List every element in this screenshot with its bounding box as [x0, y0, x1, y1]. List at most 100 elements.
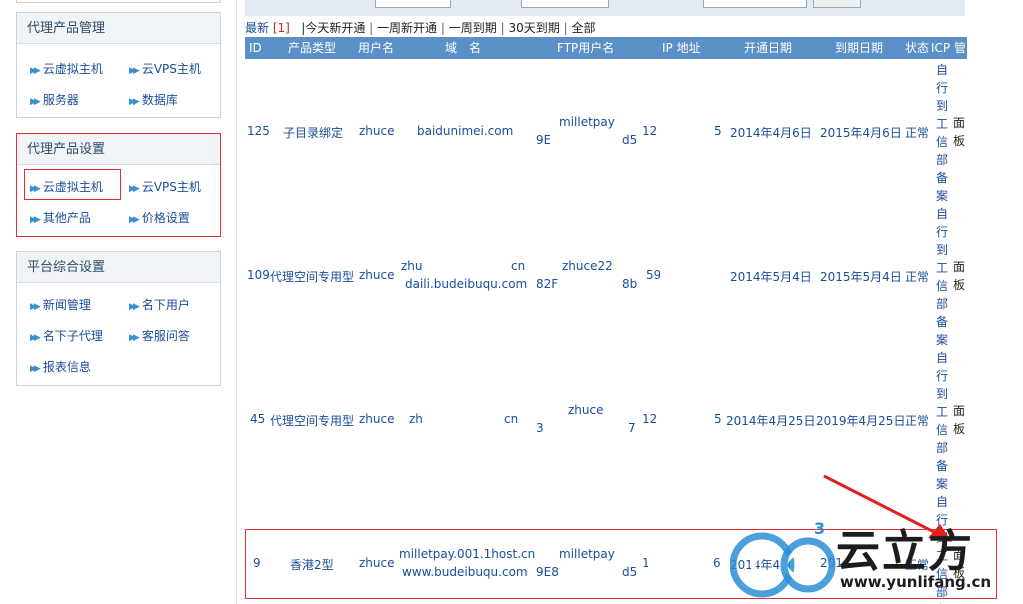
col-expire-date: 到期日期: [835, 41, 884, 55]
cell-id[interactable]: 45: [250, 412, 265, 426]
sidebar-section-product-management: 代理产品管理 ▶▶ 云虚拟主机 ▶▶ 云VPS主机 ▶▶ 服务器 ▶▶ 数据库: [16, 12, 221, 118]
cell-domain[interactable]: zhu: [401, 259, 423, 273]
watermark-brand: 云立方: [836, 526, 974, 577]
section-title: 代理产品管理: [17, 13, 220, 44]
latest-count-badge: [1]: [272, 21, 290, 35]
cell-type: 代理空间专用型: [270, 270, 355, 284]
cell-open-date: 2014年4月25日: [726, 414, 816, 428]
cell-ftp-pass-end: 8b: [622, 277, 638, 291]
link-cloud-vps[interactable]: ▶▶ 云VPS主机: [129, 60, 201, 77]
search-input-3[interactable]: [703, 0, 807, 8]
redaction: [427, 412, 503, 428]
link-databases[interactable]: ▶▶ 数据库: [129, 91, 178, 108]
col-status: 状态: [905, 41, 930, 55]
cell-panel[interactable]: 面板: [953, 258, 965, 294]
link-support-qa[interactable]: ▶▶ 客服问答: [129, 327, 190, 344]
link-reports[interactable]: ▶▶ 报表信息: [30, 358, 91, 375]
cell-domain[interactable]: zh: [409, 412, 423, 426]
cell-id[interactable]: 125: [247, 124, 270, 138]
cell-domain-end: cn: [511, 259, 526, 273]
cell-user[interactable]: zhuce: [359, 412, 395, 426]
link-cloud-hosting[interactable]: ▶▶ 云虚拟主机: [30, 60, 103, 77]
arrow-icon: ▶▶: [129, 66, 140, 76]
watermark: 3 云立方 www.yunlifang.cn: [730, 515, 1020, 604]
redaction: [550, 133, 622, 149]
filter-today[interactable]: |今天新开通: [301, 21, 365, 35]
sidebar-section-product-settings: 代理产品设置 ▶▶ 云虚拟主机 ▶▶ 云VPS主机 ▶▶ 其他产品 ▶▶ 价格设置: [16, 133, 221, 237]
cell-expire-date: 2015年5月4日: [820, 270, 902, 284]
arrow-icon: ▶▶: [30, 302, 41, 312]
col-icp: ICP 管: [931, 41, 966, 55]
sidebar-top-edge: [16, 0, 221, 3]
arrow-icon: ▶▶: [30, 66, 41, 76]
cell-type: 代理空间专用型: [270, 414, 355, 428]
cell-domain-2[interactable]: daili.budeibuqu.com: [405, 277, 527, 291]
arrow-icon: ▶▶: [30, 364, 41, 374]
cell-icp[interactable]: 自行到工信部备案: [935, 61, 949, 205]
arrow-icon: ▶▶: [30, 215, 41, 225]
arrow-icon: ▶▶: [129, 333, 140, 343]
cell-ip-end: 5: [714, 412, 722, 426]
sidebar-section-platform-settings: 平台综合设置 ▶▶ 新闻管理 ▶▶ 名下用户 ▶▶ 名下子代理 ▶▶ 客服问答 ▶▶ 报表…: [16, 251, 221, 386]
cell-type: 子目录绑定: [283, 126, 344, 140]
cell-ftp-pass: 82F: [536, 277, 559, 291]
filter-bar: 最新 [1] |今天新开通 | 一周新开通 | 一周到期 | 30天到期 | 全…: [245, 21, 596, 35]
filter-30day-expire[interactable]: 30天到期: [508, 21, 559, 35]
cell-icp[interactable]: 自行到工信部备案: [935, 205, 949, 349]
cell-user[interactable]: zhuce: [359, 124, 395, 138]
cell-panel[interactable]: 面板: [953, 114, 965, 150]
cell-open-date: 2014年4月6日: [730, 126, 812, 140]
cell-open-date: 2014年5月4日: [730, 270, 812, 284]
col-ftp: FTP用户名: [557, 41, 615, 55]
link-cloud-vps-settings[interactable]: ▶▶ 云VPS主机: [129, 178, 201, 195]
watermark-sup: 3: [814, 519, 826, 538]
col-open-date: 开通日期: [744, 41, 793, 55]
search-input-1[interactable]: [375, 0, 451, 8]
filter-week-expire[interactable]: 一周到期: [449, 21, 497, 35]
cell-status: 正常: [905, 126, 930, 140]
cell-ftp-user: zhuce22: [562, 259, 613, 273]
search-button[interactable]: [813, 0, 861, 8]
link-sub-users[interactable]: ▶▶ 名下用户: [129, 296, 190, 313]
arrow-icon: ▶▶: [129, 97, 140, 107]
cell-expire-date: 2015年4月6日: [820, 126, 902, 140]
divider: [236, 0, 237, 604]
link-other-products[interactable]: ▶▶ 其他产品: [30, 209, 91, 226]
cell-expire-date: 2019年4月25日: [816, 414, 906, 428]
cell-id[interactable]: 109: [247, 268, 270, 282]
link-price-settings[interactable]: ▶▶ 价格设置: [129, 209, 190, 226]
section-title: 平台综合设置: [17, 252, 220, 283]
redaction: [656, 124, 714, 140]
link-servers[interactable]: ▶▶ 服务器: [30, 91, 79, 108]
cell-status: 正常: [905, 270, 930, 284]
cell-ip: 12: [642, 124, 658, 138]
redaction: [660, 268, 718, 284]
filter-latest[interactable]: 最新: [245, 21, 269, 35]
redaction: [558, 277, 622, 293]
cell-user[interactable]: zhuce: [359, 268, 395, 282]
link-cloud-hosting-settings[interactable]: ▶▶ 云虚拟主机: [30, 178, 103, 195]
cell-panel[interactable]: 面板: [953, 402, 965, 438]
cell-ftp-user: zhuce: [568, 403, 604, 417]
arrow-icon: ▶▶: [129, 184, 140, 194]
redaction: [423, 259, 511, 275]
search-strip: [245, 0, 965, 16]
cell-domain-end: cn: [504, 412, 519, 426]
arrow-icon: ▶▶: [30, 184, 41, 194]
arrow-icon: ▶▶: [30, 333, 41, 343]
watermark-url: www.yunlifang.cn: [840, 573, 992, 591]
cell-status: 正常: [905, 414, 930, 428]
page: { "sidebar": { "sections": [ {"title": "…: [0, 0, 1023, 604]
col-id: ID: [249, 41, 262, 55]
link-news-management[interactable]: ▶▶ 新闻管理: [30, 296, 91, 313]
cell-domain[interactable]: baidunimei.com: [417, 124, 513, 138]
section-title: 代理产品设置: [17, 134, 220, 165]
filter-all[interactable]: 全部: [571, 21, 595, 35]
cell-ip: 12: [642, 412, 658, 426]
cell-ip: 59: [646, 268, 662, 282]
search-label-1: [457, 0, 467, 8]
search-input-2[interactable]: [521, 0, 609, 8]
link-sub-agents[interactable]: ▶▶ 名下子代理: [30, 327, 103, 344]
cell-ftp-user: milletpay: [559, 115, 615, 129]
filter-week-new[interactable]: 一周新开通: [377, 21, 437, 35]
